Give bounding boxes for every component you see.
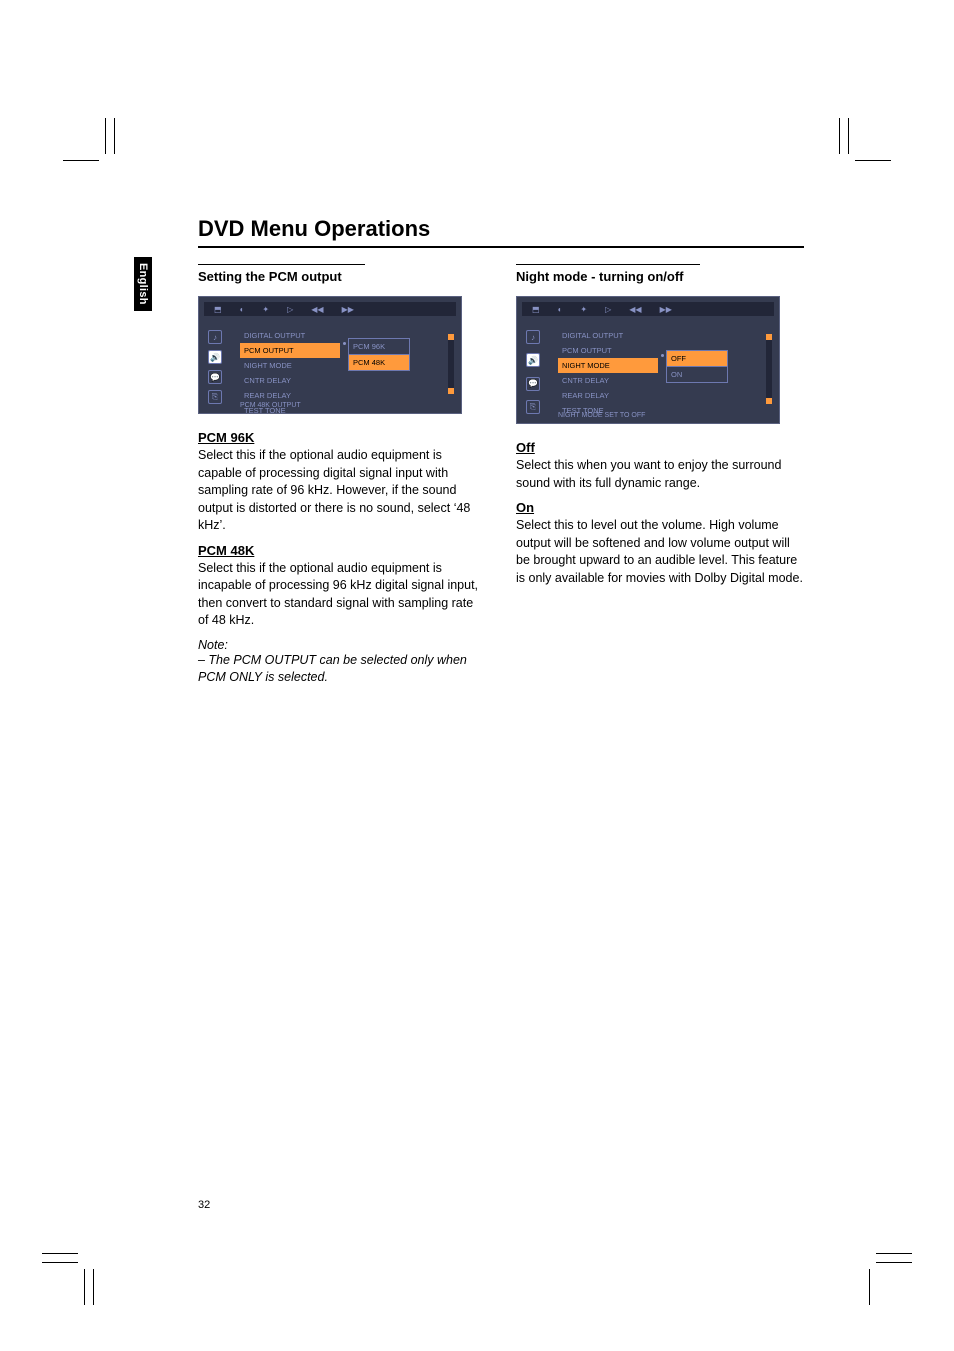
osd-menu-item-selected: NIGHT MODE (558, 358, 658, 373)
lang-icon: 💬 (208, 370, 222, 384)
fit-icon: ⬒ (214, 305, 222, 314)
option-heading-pcm48k: PCM 48K (198, 543, 486, 558)
osd-menu-item: REAR DELAY (558, 388, 658, 403)
option-heading-off: Off (516, 440, 804, 455)
osd-menu-item: REAR DELAY (240, 388, 340, 403)
right-column: Night mode - turning on/off ⬒ ◐ ✦ ▷ ◀◀ ▶… (516, 264, 804, 687)
section-heading-night: Night mode - turning on/off (516, 264, 700, 284)
osd-screenshot-pcm: ⬒ ◐ ✦ ▷ ◀◀ ▶▶ ♪ 🔊 💬 ⎘ DIGITAL OUTPUT PCM… (198, 296, 462, 414)
rewind-icon: ◀◀ (629, 305, 641, 314)
osd-topbar: ⬒ ◐ ✦ ▷ ◀◀ ▶▶ (204, 302, 456, 316)
note-label: Note: (198, 638, 486, 652)
osd-scrollbar (766, 334, 772, 404)
osd-menu-item: PCM OUTPUT (558, 343, 658, 358)
osd-menu: DIGITAL OUTPUT PCM OUTPUT NIGHT MODE CNT… (558, 328, 658, 418)
chevron-up-icon (766, 334, 772, 340)
submenu-pointer-icon (343, 342, 346, 345)
osd-submenu-item-selected: PCM 48K (348, 354, 410, 371)
osd-menu-item: CNTR DELAY (240, 373, 340, 388)
osd-scrollbar (448, 334, 454, 394)
osd-menu-item: DIGITAL OUTPUT (558, 328, 658, 343)
chevron-up-icon (448, 334, 454, 340)
osd-menu-item: NIGHT MODE (240, 358, 340, 373)
submenu-pointer-icon (661, 354, 664, 357)
lang-icon: 💬 (526, 377, 540, 391)
osd-menu-item: CNTR DELAY (558, 373, 658, 388)
left-column: Setting the PCM output ⬒ ◐ ✦ ▷ ◀◀ ▶▶ ♪ 🔊… (198, 264, 486, 687)
section-heading-pcm: Setting the PCM output (198, 264, 365, 284)
option-body: Select this when you want to enjoy the s… (516, 457, 804, 492)
page-title: DVD Menu Operations (198, 216, 804, 248)
osd-screenshot-night: ⬒ ◐ ✦ ▷ ◀◀ ▶▶ ♪ 🔊 💬 ⎘ DIGITAL OUTPUT PCM… (516, 296, 780, 424)
speaker-icon: 🔊 (208, 350, 222, 364)
rewind-icon: ◀◀ (311, 305, 323, 314)
option-body: Select this if the optional audio equipm… (198, 560, 486, 630)
osd-menu-item-selected: PCM OUTPUT (240, 343, 340, 358)
osd-submenu-item-selected: OFF (666, 350, 728, 367)
contrast-icon: ◐ (558, 305, 563, 314)
forward-icon: ▶▶ (342, 305, 354, 314)
tool-icon: ✦ (580, 305, 587, 314)
language-tab: English (134, 257, 152, 311)
play-icon: ▷ (605, 305, 611, 314)
osd-submenu: PCM 96K PCM 48K (348, 338, 410, 370)
chevron-down-icon (766, 398, 772, 404)
option-body: Select this to level out the volume. Hig… (516, 517, 804, 587)
option-heading-on: On (516, 500, 804, 515)
option-heading-pcm96k: PCM 96K (198, 430, 486, 445)
osd-status-text: PCM 48K OUTPUT (240, 402, 301, 409)
speaker-icon: 🔊 (526, 353, 540, 367)
osd-left-icons: ♪ 🔊 💬 ⎘ (204, 326, 226, 408)
osd-submenu-item: PCM 96K (348, 338, 410, 355)
osd-left-icons: ♪ 🔊 💬 ⎘ (522, 326, 544, 418)
general-icon: ♪ (526, 330, 540, 344)
osd-menu-item: DIGITAL OUTPUT (240, 328, 340, 343)
osd-submenu: OFF ON (666, 350, 728, 382)
fit-icon: ⬒ (532, 305, 540, 314)
contrast-icon: ◐ (240, 305, 245, 314)
note-text: – The PCM OUTPUT can be selected only wh… (198, 652, 486, 687)
osd-status-text: NIGHT MODE SET TO OFF (558, 412, 645, 419)
osd-submenu-item: ON (666, 366, 728, 383)
general-icon: ♪ (208, 330, 222, 344)
page-number: 32 (198, 1199, 210, 1211)
pref-icon: ⎘ (208, 390, 222, 404)
chevron-down-icon (448, 388, 454, 394)
forward-icon: ▶▶ (660, 305, 672, 314)
play-icon: ▷ (287, 305, 293, 314)
option-body: Select this if the optional audio equipm… (198, 447, 486, 535)
osd-topbar: ⬒ ◐ ✦ ▷ ◀◀ ▶▶ (522, 302, 774, 316)
tool-icon: ✦ (262, 305, 269, 314)
pref-icon: ⎘ (526, 400, 540, 414)
